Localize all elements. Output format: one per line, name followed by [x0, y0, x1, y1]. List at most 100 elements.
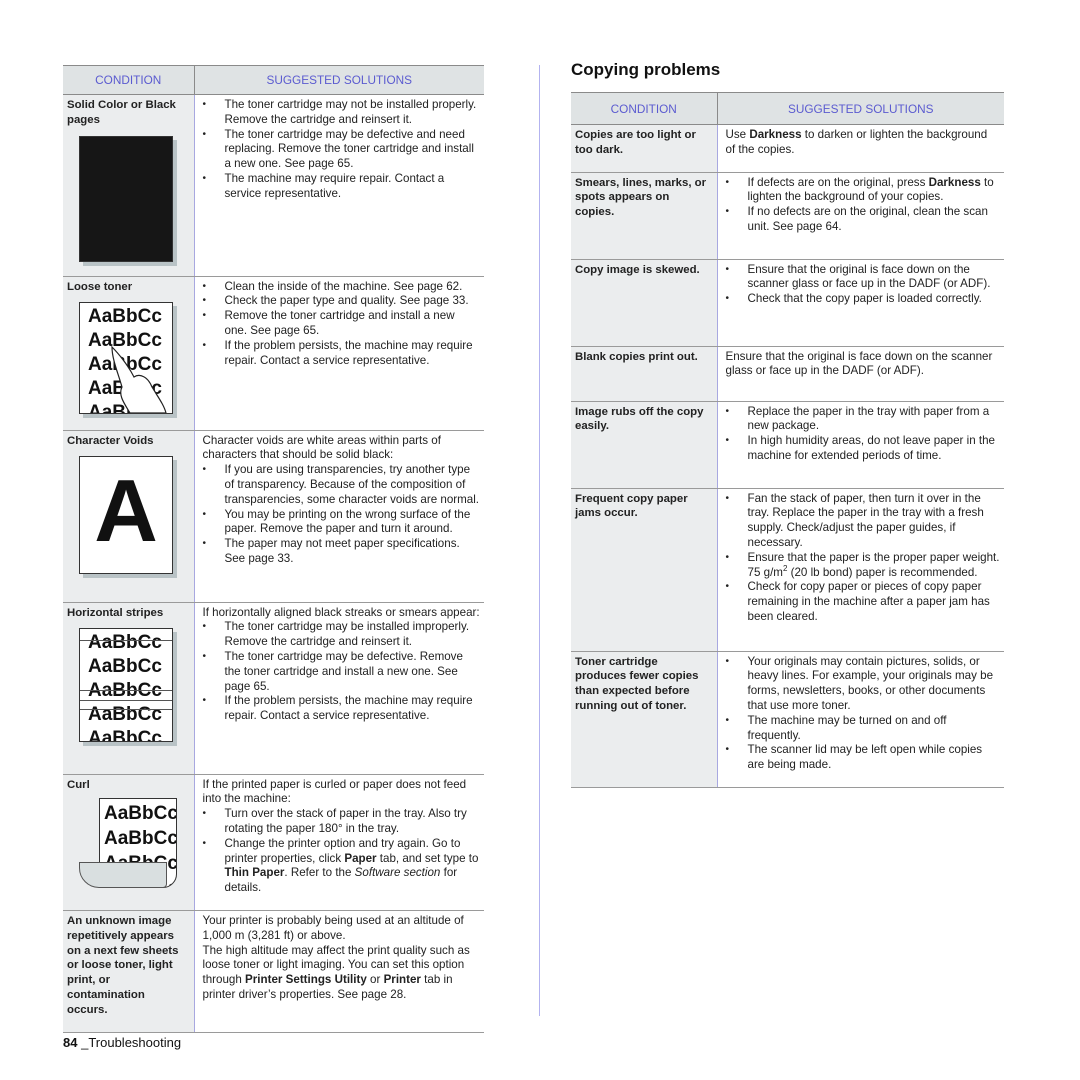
solution-cell: The toner cartridge may not be installed… [194, 94, 484, 277]
solution-item: If no defects are on the original, clean… [726, 205, 1001, 235]
table-row: An unknown image repetitively appears on… [63, 910, 484, 1033]
sample-text: AaBbCc [88, 704, 162, 726]
condition-cell: Image rubs off the copy easily. [571, 401, 718, 489]
black-page-icon [79, 135, 173, 262]
solution-item: If you are using transparencies, try ano… [203, 463, 481, 507]
solution-item: Check the paper type and quality. See pa… [203, 294, 481, 309]
page-number: 84 [63, 1035, 78, 1050]
text-run: (20 lb bond) paper is recommended. [787, 565, 978, 579]
table-header-row: CONDITION SUGGESTED SOLUTIONS [571, 92, 1004, 125]
condition-label: Curl [67, 778, 90, 791]
solution-list: Replace the paper in the tray with paper… [726, 405, 1001, 464]
table-row: Character Voids A Character voids are wh… [63, 430, 484, 603]
print-quality-table: CONDITION SUGGESTED SOLUTIONS Solid Colo… [63, 65, 484, 1033]
print-quality-table-section: CONDITION SUGGESTED SOLUTIONS Solid Colo… [63, 65, 484, 1033]
curled-edge [79, 862, 167, 889]
sample-text: AaBbCc [104, 828, 177, 850]
solution-item: You may be printing on the wrong surface… [203, 508, 481, 538]
text-run: . Refer to the [284, 866, 355, 880]
bold-term: Printer Settings Utility [245, 973, 367, 987]
text-run: or [366, 973, 384, 987]
condition-cell: Horizontal stripes AaBbCc AaBbCc AaBbCc … [63, 602, 195, 775]
bold-term: Paper [344, 851, 377, 865]
text-run: tab, and set type to [376, 851, 479, 865]
solution-list: If defects are on the original, press Da… [726, 176, 1001, 235]
solution-list: Turn over the stack of paper in the tray… [203, 807, 481, 896]
sample-text: AaBbCc [88, 680, 162, 702]
solution-list: The toner cartridge may not be installed… [203, 98, 481, 202]
solution-item: Ensure that the original is face down on… [726, 263, 1001, 293]
solution-item: Check for copy paper or pieces of copy p… [726, 580, 1001, 624]
sample-text: AaBbCc [88, 632, 162, 654]
condition-label: Loose toner [67, 280, 133, 293]
solution-item: Turn over the stack of paper in the tray… [203, 807, 481, 837]
sample-text: AaBbCc [88, 306, 162, 328]
solution-item: The scanner lid may be left open while c… [726, 743, 1001, 773]
solution-intro: If the printed paper is curled or paper … [202, 777, 467, 806]
table-row: Copy image is skewed. Ensure that the or… [571, 259, 1004, 347]
solution-item: The toner cartridge may be defective. Re… [203, 650, 481, 694]
condition-cell: Smears, lines, marks, or spots appears o… [571, 172, 718, 260]
solution-cell: Ensure that the original is face down on… [717, 346, 1004, 402]
header-solutions: SUGGESTED SOLUTIONS [717, 92, 1004, 125]
solution-paragraph: Your printer is probably being used at a… [202, 913, 464, 942]
stripe-line [80, 700, 172, 702]
solution-cell: Your printer is probably being used at a… [194, 910, 484, 1033]
condition-cell: Loose toner AaBbCc AaBbCc AaBbCc AaBbCc … [63, 276, 195, 431]
condition-cell: Copy image is skewed. [571, 259, 718, 347]
condition-cell: Frequent copy paper jams occur. [571, 488, 718, 652]
solution-item: Remove the toner cartridge and install a… [203, 309, 481, 339]
solution-item: Change the printer option and try again.… [203, 837, 481, 896]
condition-label: Character Voids [67, 434, 154, 447]
condition-cell: Curl AaBbCc AaBbCc AaBbCc AaBbCc [63, 774, 195, 911]
sample-text: AaBbCc [104, 803, 177, 825]
condition-cell: An unknown image repetitively appears on… [63, 910, 195, 1033]
sample-text: AaBbCc [88, 728, 162, 743]
condition-label: An unknown image repetitively appears on… [67, 914, 179, 1016]
bold-term: Thin Paper [224, 866, 285, 880]
table-row: Loose toner AaBbCc AaBbCc AaBbCc AaBbCc … [63, 276, 484, 431]
solution-cell: Ensure that the original is face down on… [717, 259, 1004, 347]
solution-item: The machine may be turned on and off fre… [726, 714, 1001, 744]
loose-toner-sample-icon: AaBbCc AaBbCc AaBbCc AaBbCc AaBbCc [79, 302, 173, 415]
table-row: Smears, lines, marks, or spots appears o… [571, 172, 1004, 260]
bold-term: Darkness [928, 175, 981, 189]
table-row: Horizontal stripes AaBbCc AaBbCc AaBbCc … [63, 602, 484, 775]
solution-list: If you are using transparencies, try ano… [203, 463, 481, 567]
condition-cell: Solid Color or Black pages [63, 94, 195, 277]
horizontal-stripes-icon: AaBbCc AaBbCc AaBbCc AaBbCc AaBbCc [79, 628, 173, 743]
solution-item: The paper may not meet paper specificati… [203, 537, 481, 567]
solution-list: Ensure that the original is face down on… [726, 263, 1001, 307]
column-divider [539, 65, 540, 1016]
solution-item: Check that the copy paper is loaded corr… [726, 292, 1001, 307]
table-row: Frequent copy paper jams occur. Fan the … [571, 488, 1004, 652]
table-row: Curl AaBbCc AaBbCc AaBbCc AaBbCc If the … [63, 774, 484, 911]
solution-item: The toner cartridge may be defective and… [203, 128, 481, 172]
solution-cell: Your originals may contain pictures, sol… [717, 651, 1004, 788]
solution-item: If defects are on the original, press Da… [726, 176, 1001, 206]
condition-cell: Copies are too light or too dark. [571, 124, 718, 173]
table-row: Toner cartridge produces fewer copies th… [571, 651, 1004, 788]
header-solutions: SUGGESTED SOLUTIONS [194, 65, 484, 95]
text-run: Use [725, 128, 750, 141]
bold-term: Printer [383, 973, 421, 987]
section-title: Copying problems [571, 60, 721, 79]
solution-cell: If horizontally aligned black streaks or… [194, 602, 484, 775]
italic-reference: Software section [354, 866, 441, 880]
solution-item: The toner cartridge may not be installed… [203, 98, 481, 128]
solution-list: The toner cartridge may be installed imp… [203, 620, 481, 724]
condition-label: Solid Color or Black pages [67, 99, 176, 126]
copying-problems-table: CONDITION SUGGESTED SOLUTIONS Copies are… [571, 92, 1004, 788]
character-void-icon: A [79, 456, 173, 575]
condition-cell: Character Voids A [63, 430, 195, 603]
table-header-row: CONDITION SUGGESTED SOLUTIONS [63, 65, 484, 95]
solution-cell: If defects are on the original, press Da… [717, 172, 1004, 260]
header-condition: CONDITION [571, 92, 718, 125]
solution-cell: Use Darkness to darken or lighten the ba… [717, 124, 1004, 173]
solution-item: In high humidity areas, do not leave pap… [726, 434, 1001, 464]
solution-item: If the problem persists, the machine may… [203, 339, 481, 369]
table-row: Image rubs off the copy easily. Replace … [571, 401, 1004, 489]
footer-section-name: _Troubleshooting [81, 1035, 182, 1050]
text-run: If defects are on the original, press [747, 175, 929, 189]
solution-cell: Replace the paper in the tray with paper… [717, 401, 1004, 489]
